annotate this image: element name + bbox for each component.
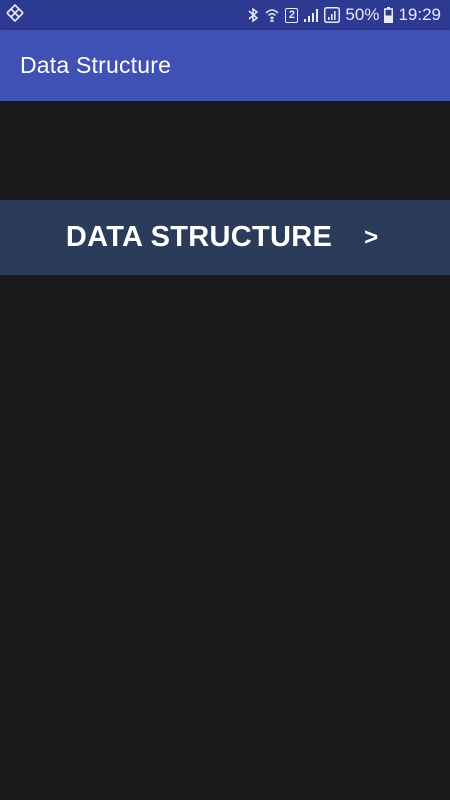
status-bar-right: 2 50% 19:29 xyxy=(247,5,441,25)
move-icon xyxy=(6,3,24,27)
battery-percent: 50% xyxy=(345,5,380,24)
battery-icon xyxy=(384,7,394,23)
signal-icon xyxy=(303,7,319,23)
main-content: DATA STRUCTURE > xyxy=(0,101,450,800)
signal-sim-icon xyxy=(324,7,341,23)
bluetooth-icon xyxy=(247,7,259,23)
app-title: Data Structure xyxy=(20,52,172,78)
wifi-calling-icon xyxy=(264,7,280,23)
chevron-right-icon: > xyxy=(364,223,379,251)
status-bar-left xyxy=(6,3,24,27)
nav-item-label: DATA STRUCTURE xyxy=(65,221,333,253)
data-structure-nav-button[interactable]: DATA STRUCTURE > xyxy=(0,200,450,275)
sim-2-badge: 2 xyxy=(285,7,299,23)
status-bar: 2 50% 19:29 xyxy=(0,0,450,30)
app-bar: Data Structure xyxy=(0,30,450,101)
status-time: 19:29 xyxy=(398,5,441,24)
